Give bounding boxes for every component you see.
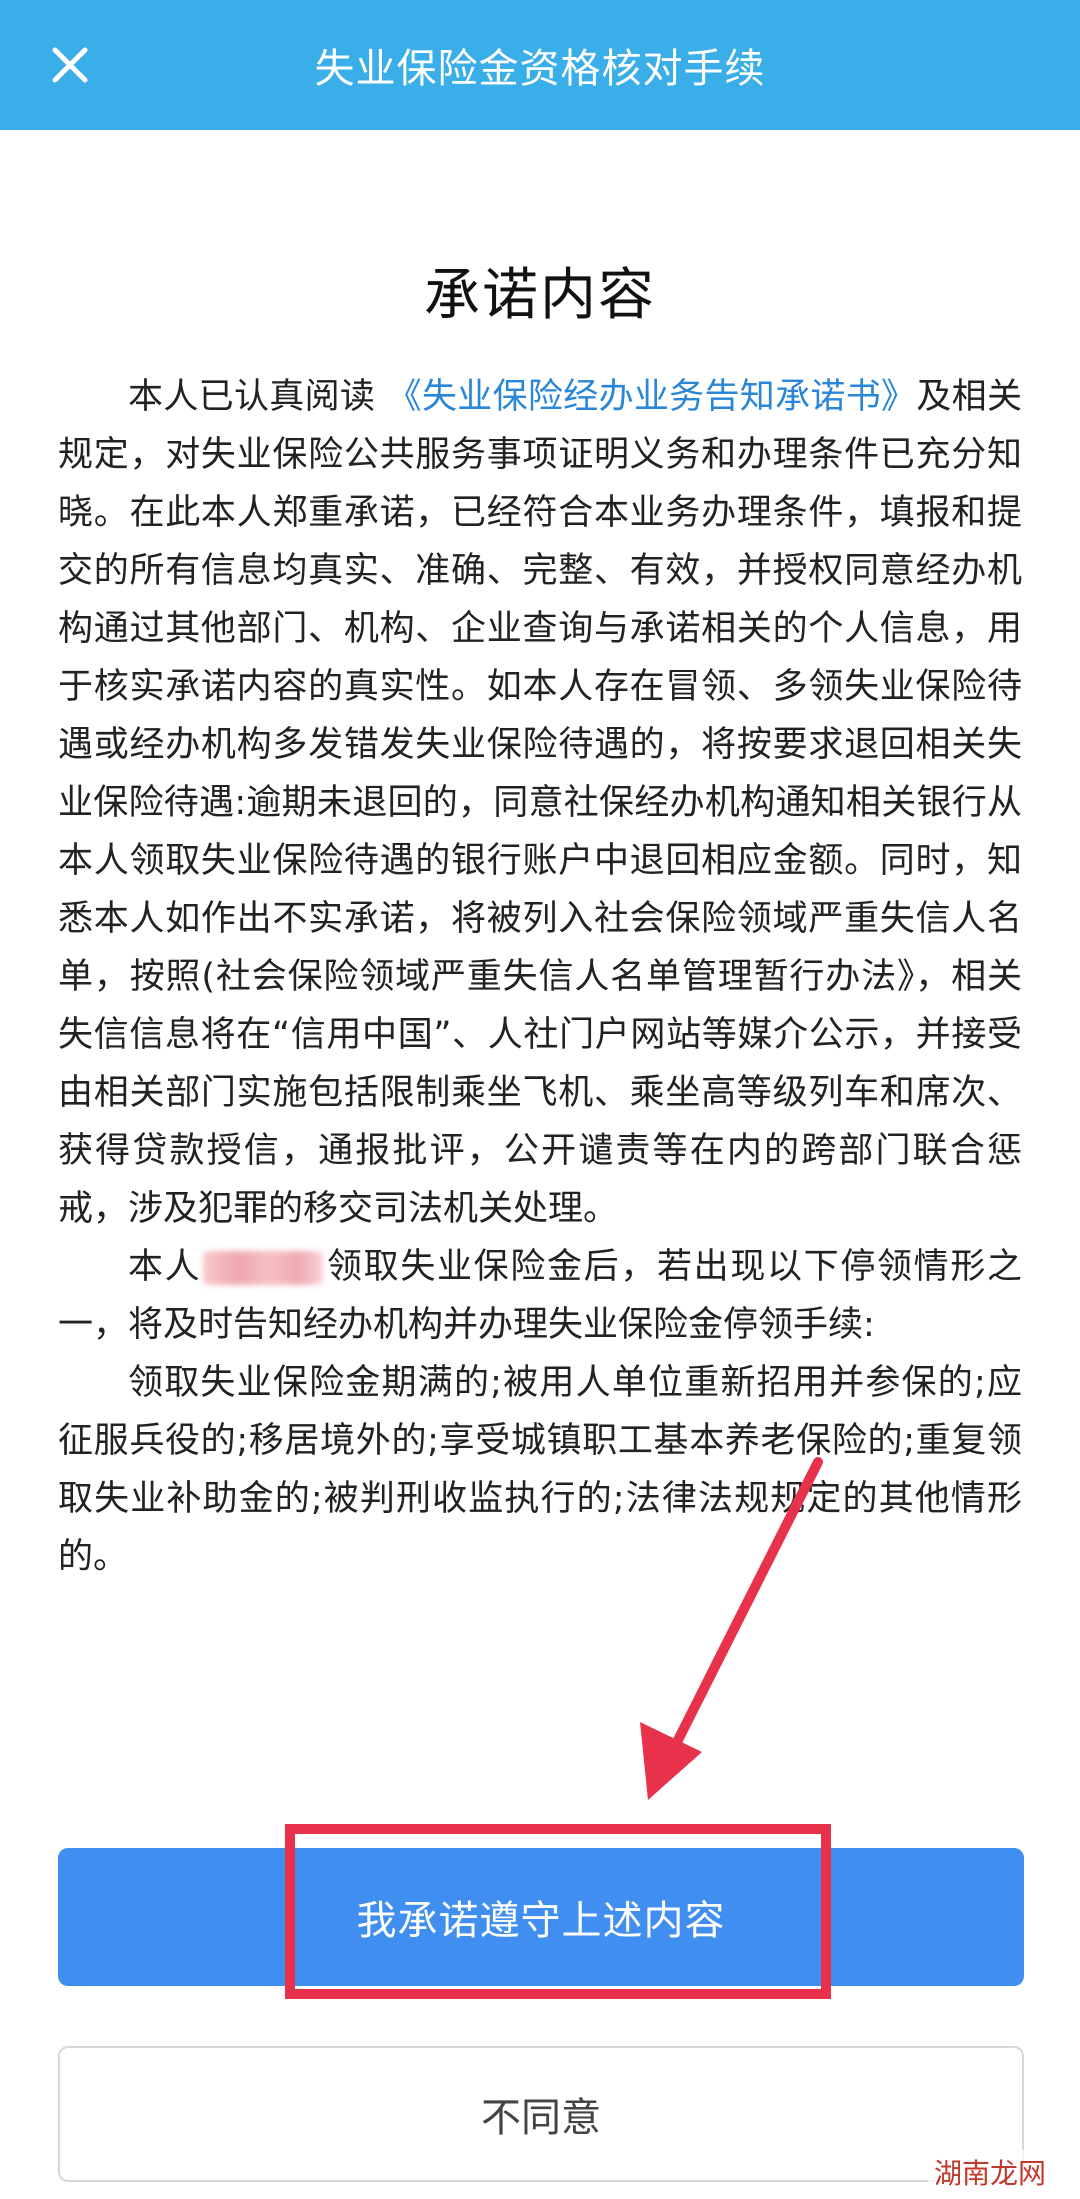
agree-button[interactable]: 我承诺遵守上述内容	[58, 1848, 1024, 1986]
para1-text: 及相关规定，对失业保险公共服务事项证明义务和办理条件已充分知晓。在此本人郑重承诺…	[58, 377, 1022, 1229]
header-title: 失业保险金资格核对手续	[314, 46, 766, 92]
commitment-content: 本人已认真阅读 《失业保险经办业务告知承诺书》及相关规定，对失业保险公共服务事项…	[58, 368, 1022, 1586]
commitment-paragraph-1: 本人已认真阅读 《失业保险经办业务告知承诺书》及相关规定，对失业保险公共服务事项…	[58, 368, 1022, 1238]
disagree-button[interactable]: 不同意	[58, 2046, 1024, 2182]
notice-document-link[interactable]: 《失业保险经办业务告知承诺书》	[387, 377, 917, 417]
page: 失业保险金资格核对手续 承诺内容 本人已认真阅读 《失业保险经办业务告知承诺书》…	[0, 0, 1080, 2199]
para1-prefix: 本人已认真阅读	[128, 377, 387, 417]
watermark: 湖南龙网	[927, 2150, 1052, 2194]
close-icon	[52, 47, 88, 83]
redacted-name	[203, 1251, 324, 1285]
page-title: 承诺内容	[424, 263, 656, 328]
header-bar: 失业保险金资格核对手续	[0, 0, 1080, 130]
commitment-paragraph-3: 领取失业保险金期满的;被用人单位重新招用并参保的;应征服兵役的;移居境外的;享受…	[58, 1363, 1022, 1577]
close-button[interactable]	[40, 35, 100, 95]
para2-prefix: 本人	[128, 1247, 202, 1287]
commitment-paragraph-2: 本人 领取失业保险金后，若出现以下停领情形之一，将及时告知经办机构并办理失业保险金…	[58, 1238, 1022, 1354]
